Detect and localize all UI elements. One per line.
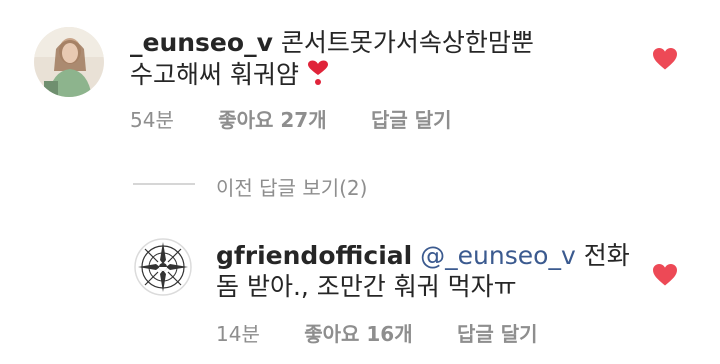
comment-text-line-2: 수고해써 훠궈얌 [130, 60, 299, 89]
reply-like-heart-icon[interactable] [652, 263, 678, 287]
reply-line-1: gfriendofficial @_eunseo_v 전화 [216, 239, 630, 273]
view-previous-replies-button[interactable]: 이전 답글 보기(2) [216, 172, 367, 201]
reply-time: 14분 [216, 322, 260, 346]
reply-username[interactable]: gfriendofficial [216, 241, 412, 270]
commenter-avatar[interactable] [34, 27, 104, 97]
gfriend-logo-icon [134, 238, 192, 296]
reply-reply-button[interactable]: 답글 달기 [457, 322, 538, 346]
comment-like-heart-icon[interactable] [652, 47, 678, 71]
replies-divider [133, 183, 195, 185]
heart-emoji-icon [307, 60, 329, 95]
comment-reply-button[interactable]: 답글 달기 [371, 108, 452, 132]
reply-line-2: 돔 받아., 조만간 훠궈 먹자ㅠ [216, 270, 517, 304]
comment-likes-count[interactable]: 좋아요 27개 [218, 108, 326, 132]
commenter-avatar-photo [34, 27, 104, 97]
reply-likes-count[interactable]: 좋아요 16개 [304, 322, 412, 346]
comment-line-2: 수고해써 훠궈얌 [130, 58, 329, 95]
reply-text-line-1: 전화 [583, 241, 630, 270]
comment-text-line-1: 콘서트못가서속상한맘뿐 [280, 28, 534, 57]
reply-mention-link[interactable]: @_eunseo_v [420, 241, 576, 270]
reply-meta: 14분 좋아요 16개 답글 달기 [216, 318, 538, 347]
reply-avatar[interactable] [134, 238, 192, 296]
comment-time: 54분 [130, 108, 174, 132]
comment-line-1: _eunseo_v 콘서트못가서속상한맘뿐 [130, 26, 534, 60]
commenter-username[interactable]: _eunseo_v [130, 28, 273, 57]
comment-meta: 54분 좋아요 27개 답글 달기 [130, 104, 452, 133]
reply-text-line-2: 돔 받아., 조만간 훠궈 먹자ㅠ [216, 272, 517, 301]
